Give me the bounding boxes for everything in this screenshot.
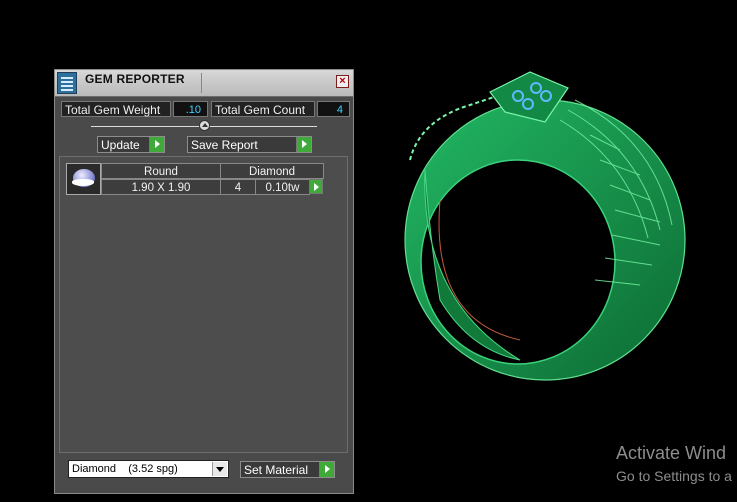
close-button[interactable]: × <box>336 75 349 88</box>
total-gem-count-value: 4 <box>317 101 350 117</box>
total-gem-weight-label: Total Gem Weight <box>61 101 171 117</box>
round-gem-icon[interactable] <box>66 163 101 195</box>
select-gem-button[interactable] <box>309 179 323 194</box>
play-arrow-icon <box>296 137 311 152</box>
update-button[interactable]: Update <box>97 136 165 153</box>
activate-windows-subtitle: Go to Settings to a <box>616 468 732 484</box>
ring-3d-viewport[interactable] <box>355 0 737 502</box>
gem-count-cell: 4 <box>220 179 256 195</box>
total-gem-count-label: Total Gem Count <box>211 101 315 117</box>
total-gem-weight-value: .10 <box>173 101 208 117</box>
title-divider <box>201 73 202 93</box>
save-report-button[interactable]: Save Report <box>187 136 312 153</box>
update-label: Update <box>101 138 140 152</box>
play-arrow-icon <box>149 137 164 152</box>
stats-row: Total Gem Weight .10 Total Gem Count 4 <box>61 101 351 117</box>
ring-model <box>404 71 686 381</box>
column-header-shape: Round <box>101 163 221 179</box>
gem-list: Round Diamond 1.90 X 1.90 4 0.10tw <box>59 156 348 453</box>
window-title: GEM REPORTER <box>85 72 185 86</box>
material-selected: Diamond (3.52 spg) <box>72 463 178 475</box>
save-report-label: Save Report <box>191 138 258 152</box>
column-header-material: Diamond <box>220 163 324 179</box>
collapse-handle[interactable] <box>199 120 210 131</box>
gem-reporter-panel: GEM REPORTER × Total Gem Weight .10 Tota… <box>54 69 354 494</box>
chevron-down-icon <box>212 462 227 476</box>
set-material-label: Set Material <box>244 463 309 477</box>
set-material-button[interactable]: Set Material <box>240 461 335 478</box>
gem-weight-cell: 0.10tw <box>255 179 310 195</box>
title-bar[interactable]: GEM REPORTER × <box>55 70 353 97</box>
play-arrow-icon <box>319 462 334 477</box>
activate-windows-title: Activate Wind <box>616 443 727 463</box>
material-dropdown[interactable]: Diamond (3.52 spg) <box>68 460 229 478</box>
gem-size-cell: 1.90 X 1.90 <box>101 179 221 195</box>
report-icon <box>57 72 77 94</box>
